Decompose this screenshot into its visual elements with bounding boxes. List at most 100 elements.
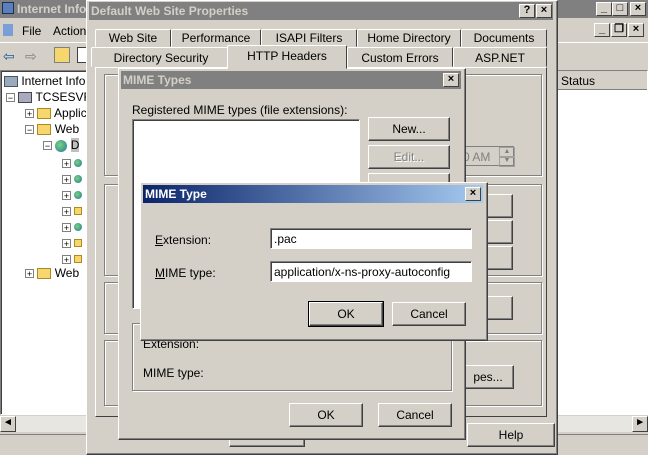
expand-icon[interactable]: +	[62, 223, 71, 233]
tree-item-app-pools[interactable]: + Applic	[25, 105, 87, 121]
mime-type-dialog: MIME Type × Extension: MIME type: OK Can…	[140, 182, 488, 341]
extension-input[interactable]	[270, 228, 472, 249]
mime-type-close-button[interactable]: ×	[465, 187, 481, 201]
mime-type-title: MIME Type	[145, 187, 207, 201]
globe-icon	[74, 223, 83, 231]
mime-types-cancel-button[interactable]: Cancel	[378, 403, 452, 427]
tree-item-server[interactable]: − TCSESVR	[6, 89, 92, 105]
menu-item-file[interactable]: File	[22, 24, 41, 38]
iis-title: Internet Info	[17, 2, 87, 16]
mdi-restore-button[interactable]: ❐	[611, 23, 627, 37]
collapse-icon[interactable]: −	[43, 141, 52, 151]
tree-subitem-2[interactable]: +	[62, 172, 83, 186]
back-arrow-icon[interactable]: ⇦	[3, 48, 15, 65]
mime-types-close-button[interactable]: ×	[443, 73, 459, 87]
tab-custom-errors[interactable]: Custom Errors	[347, 47, 453, 67]
tab-aspnet[interactable]: ASP.NET	[453, 47, 547, 67]
tree-subitem-3[interactable]: +	[62, 188, 83, 202]
spin-down-icon[interactable]: ▼	[499, 156, 515, 167]
tree-item-root[interactable]: Internet Info	[4, 73, 85, 89]
expand-icon[interactable]: +	[62, 255, 71, 265]
time-value: 0 AM	[463, 150, 491, 164]
mime-type-ok-button[interactable]: OK	[308, 301, 384, 327]
tree-subitem-7[interactable]: +	[62, 252, 83, 266]
forward-arrow-icon[interactable]: ⇨	[25, 48, 37, 65]
folder-icon	[74, 207, 83, 215]
folder-icon	[74, 255, 83, 263]
scroll-right-icon[interactable]: ▸	[632, 416, 648, 432]
globe-icon	[74, 175, 83, 183]
minimize-button[interactable]: _	[596, 2, 612, 16]
tree-subitem-6[interactable]: +	[62, 236, 83, 250]
time-spinner[interactable]: 0 AM ▲ ▼	[460, 146, 515, 167]
close-button[interactable]: ×	[630, 2, 646, 16]
mime-type-label: MIME type:	[155, 266, 216, 280]
extension-label: Extension:	[155, 233, 212, 247]
tree-subitem-1[interactable]: +	[62, 156, 83, 170]
mime-type-input[interactable]	[270, 261, 472, 282]
mime-types-title: MIME Types	[123, 73, 192, 87]
up-folder-icon[interactable]	[54, 47, 70, 63]
tree-item-default-site[interactable]: − D	[43, 137, 80, 153]
tree-label-root: Internet Info	[21, 74, 86, 88]
ok-button-label: OK	[337, 307, 355, 321]
collapse-icon[interactable]: −	[6, 93, 15, 103]
cancel-button-label: Cancel	[396, 408, 434, 422]
mdi-minimize-button[interactable]: _	[594, 23, 610, 37]
expand-icon[interactable]: +	[62, 239, 71, 249]
server-icon	[18, 92, 33, 104]
properties-close-button[interactable]: ×	[536, 4, 552, 18]
tree-subitem-4[interactable]: +	[62, 204, 83, 218]
mime-type-titlebar: MIME Type ×	[143, 185, 483, 203]
expand-icon[interactable]: +	[62, 159, 71, 169]
folder-icon	[74, 239, 83, 247]
maximize-button[interactable]: □	[612, 2, 628, 16]
expand-icon[interactable]: +	[25, 269, 34, 279]
folder-open-icon	[37, 124, 52, 136]
menu-item-action[interactable]: Action	[53, 24, 86, 38]
folder-icon	[37, 268, 52, 280]
tab-directory-security[interactable]: Directory Security	[91, 47, 231, 67]
tab-home-directory[interactable]: Home Directory	[357, 29, 461, 47]
properties-titlebar: Default Web Site Properties ? ×	[89, 2, 553, 20]
tab-label: Performance	[181, 31, 251, 45]
cancel-button-label: Cancel	[410, 307, 448, 321]
mime-types-ok-button[interactable]: OK	[289, 403, 363, 427]
tree-item-web-ext[interactable]: + Web	[25, 265, 79, 281]
tab-documents[interactable]: Documents	[461, 29, 547, 47]
tree-item-web-sites[interactable]: − Web	[25, 121, 79, 137]
tab-label: ISAPI Filters	[275, 31, 343, 45]
tab-label: Documents	[473, 31, 535, 45]
help-caption-button[interactable]: ?	[519, 4, 535, 18]
tab-label: HTTP Headers	[247, 49, 327, 63]
mime-type-cancel-button[interactable]: Cancel	[392, 302, 466, 326]
scroll-left-icon[interactable]: ◂	[0, 416, 16, 432]
mime-types-titlebar: MIME Types ×	[121, 71, 461, 89]
tab-label: Web Site	[108, 31, 158, 45]
mime-new-button[interactable]: New...	[368, 117, 450, 141]
expand-icon[interactable]: +	[62, 191, 71, 201]
details-mime-type-label: MIME type:	[143, 366, 204, 380]
tab-http-headers[interactable]: HTTP Headers	[227, 45, 347, 69]
website-globe-icon	[55, 139, 68, 152]
tree-pane: Internet Info − TCSESVR + Applic − Web −…	[0, 70, 92, 415]
globe-icon	[74, 159, 83, 167]
expand-icon[interactable]: +	[62, 207, 71, 217]
tree-label-app-pools: Applic	[54, 106, 87, 120]
mdi-close-button[interactable]: ×	[628, 23, 644, 37]
expand-icon[interactable]: +	[25, 109, 34, 119]
collapse-icon[interactable]: −	[25, 125, 34, 135]
tree-label-default-site: D	[70, 138, 80, 152]
properties-help-button[interactable]: Help	[467, 423, 555, 447]
computer-icon	[4, 76, 18, 88]
mime-edit-button[interactable]: Edit...	[368, 145, 450, 169]
tree-subitem-5[interactable]: +	[62, 220, 83, 234]
tree-label-server: TCSESVR	[35, 90, 93, 104]
status-column-header[interactable]: Status	[549, 71, 647, 90]
tree-label-web-ext: Web	[54, 266, 80, 280]
expand-icon[interactable]: +	[62, 175, 71, 185]
ok-button-label: OK	[317, 408, 335, 422]
registered-types-label: Registered MIME types (file extensions):	[132, 103, 348, 117]
details-pane: Status	[548, 70, 648, 415]
tab-web-site[interactable]: Web Site	[95, 29, 171, 47]
